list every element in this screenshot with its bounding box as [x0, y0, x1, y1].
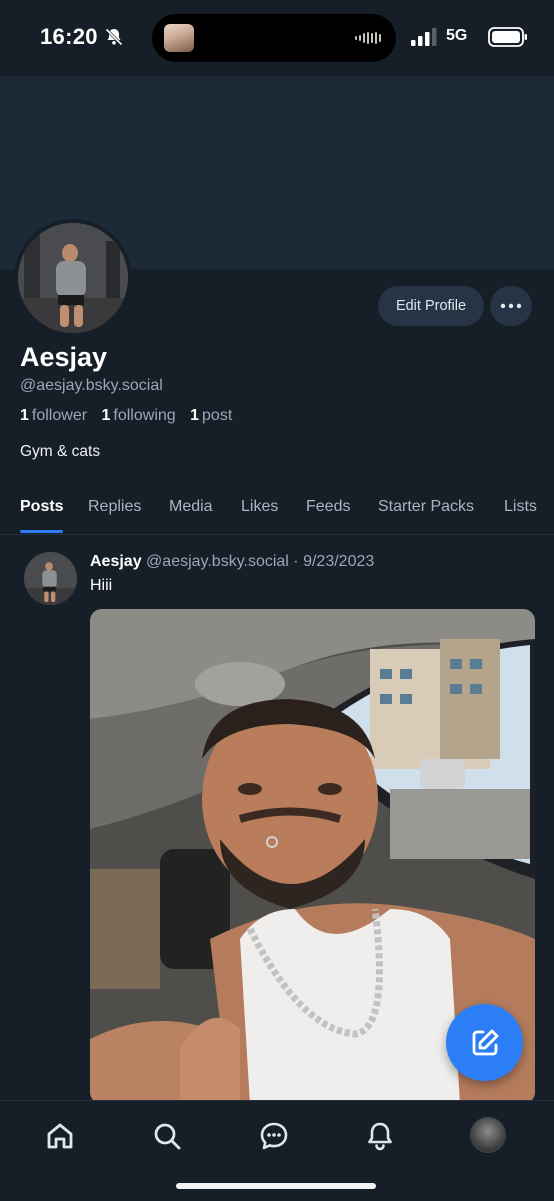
- following-stat[interactable]: 1 following: [102, 407, 176, 424]
- nav-chat-button[interactable]: [254, 1116, 294, 1156]
- posts-stat: 1 post: [190, 407, 233, 424]
- network-type: 5G: [446, 27, 468, 44]
- profile-handle: @aesjay.bsky.social: [20, 377, 163, 394]
- display-name: Aesjay: [20, 342, 108, 372]
- compose-icon: [472, 1029, 498, 1055]
- nav-profile-avatar[interactable]: [470, 1117, 506, 1153]
- avatar-photo: [18, 223, 128, 333]
- battery-icon: [488, 27, 527, 47]
- post-meta: @aesjay.bsky.social · 9/23/2023: [146, 553, 375, 570]
- bell-icon: [368, 1122, 392, 1151]
- now-playing-thumbnail[interactable]: [164, 24, 194, 52]
- post-text: Hiii: [90, 577, 113, 594]
- edit-profile-button[interactable]: Edit Profile: [378, 286, 484, 326]
- tab-starter-packs[interactable]: Starter Packs: [378, 498, 474, 516]
- nav-notifications-button[interactable]: [360, 1116, 400, 1156]
- chat-icon: [260, 1122, 288, 1150]
- followers-stat[interactable]: 1 follower: [20, 407, 87, 424]
- bell-slash-icon: [105, 28, 123, 46]
- tab-replies[interactable]: Replies: [88, 498, 141, 516]
- tab-lists[interactable]: Lists: [504, 498, 537, 516]
- audio-wave-icon: [355, 32, 381, 44]
- tab-posts[interactable]: Posts: [20, 498, 64, 516]
- profile-avatar[interactable]: [18, 223, 128, 333]
- active-tab-indicator: [20, 530, 63, 533]
- profile-stats: 1 follower 1 following 1 post: [20, 407, 232, 425]
- tab-likes[interactable]: Likes: [241, 498, 278, 516]
- home-icon: [47, 1123, 73, 1149]
- profile-tabs: Posts Replies Media Likes Feeds Starter …: [0, 488, 554, 535]
- post-author-name[interactable]: Aesjay: [90, 553, 142, 570]
- search-icon: [154, 1123, 181, 1150]
- profile-bio: Gym & cats: [20, 443, 101, 460]
- signal-icon: [411, 28, 437, 46]
- avatar-photo: [24, 552, 77, 605]
- tab-media[interactable]: Media: [169, 498, 213, 516]
- compose-button[interactable]: [446, 1004, 523, 1081]
- status-time: 16:20: [40, 24, 98, 49]
- post-author-avatar[interactable]: [24, 552, 77, 605]
- ellipsis-icon: [500, 303, 522, 309]
- tab-feeds[interactable]: Feeds: [306, 498, 350, 516]
- nav-home-button[interactable]: [40, 1116, 80, 1156]
- more-options-button[interactable]: [490, 286, 532, 326]
- post-header: Aesjay @aesjay.bsky.social · 9/23/2023: [90, 553, 374, 571]
- nav-search-button[interactable]: [147, 1116, 187, 1156]
- home-indicator[interactable]: [176, 1183, 376, 1189]
